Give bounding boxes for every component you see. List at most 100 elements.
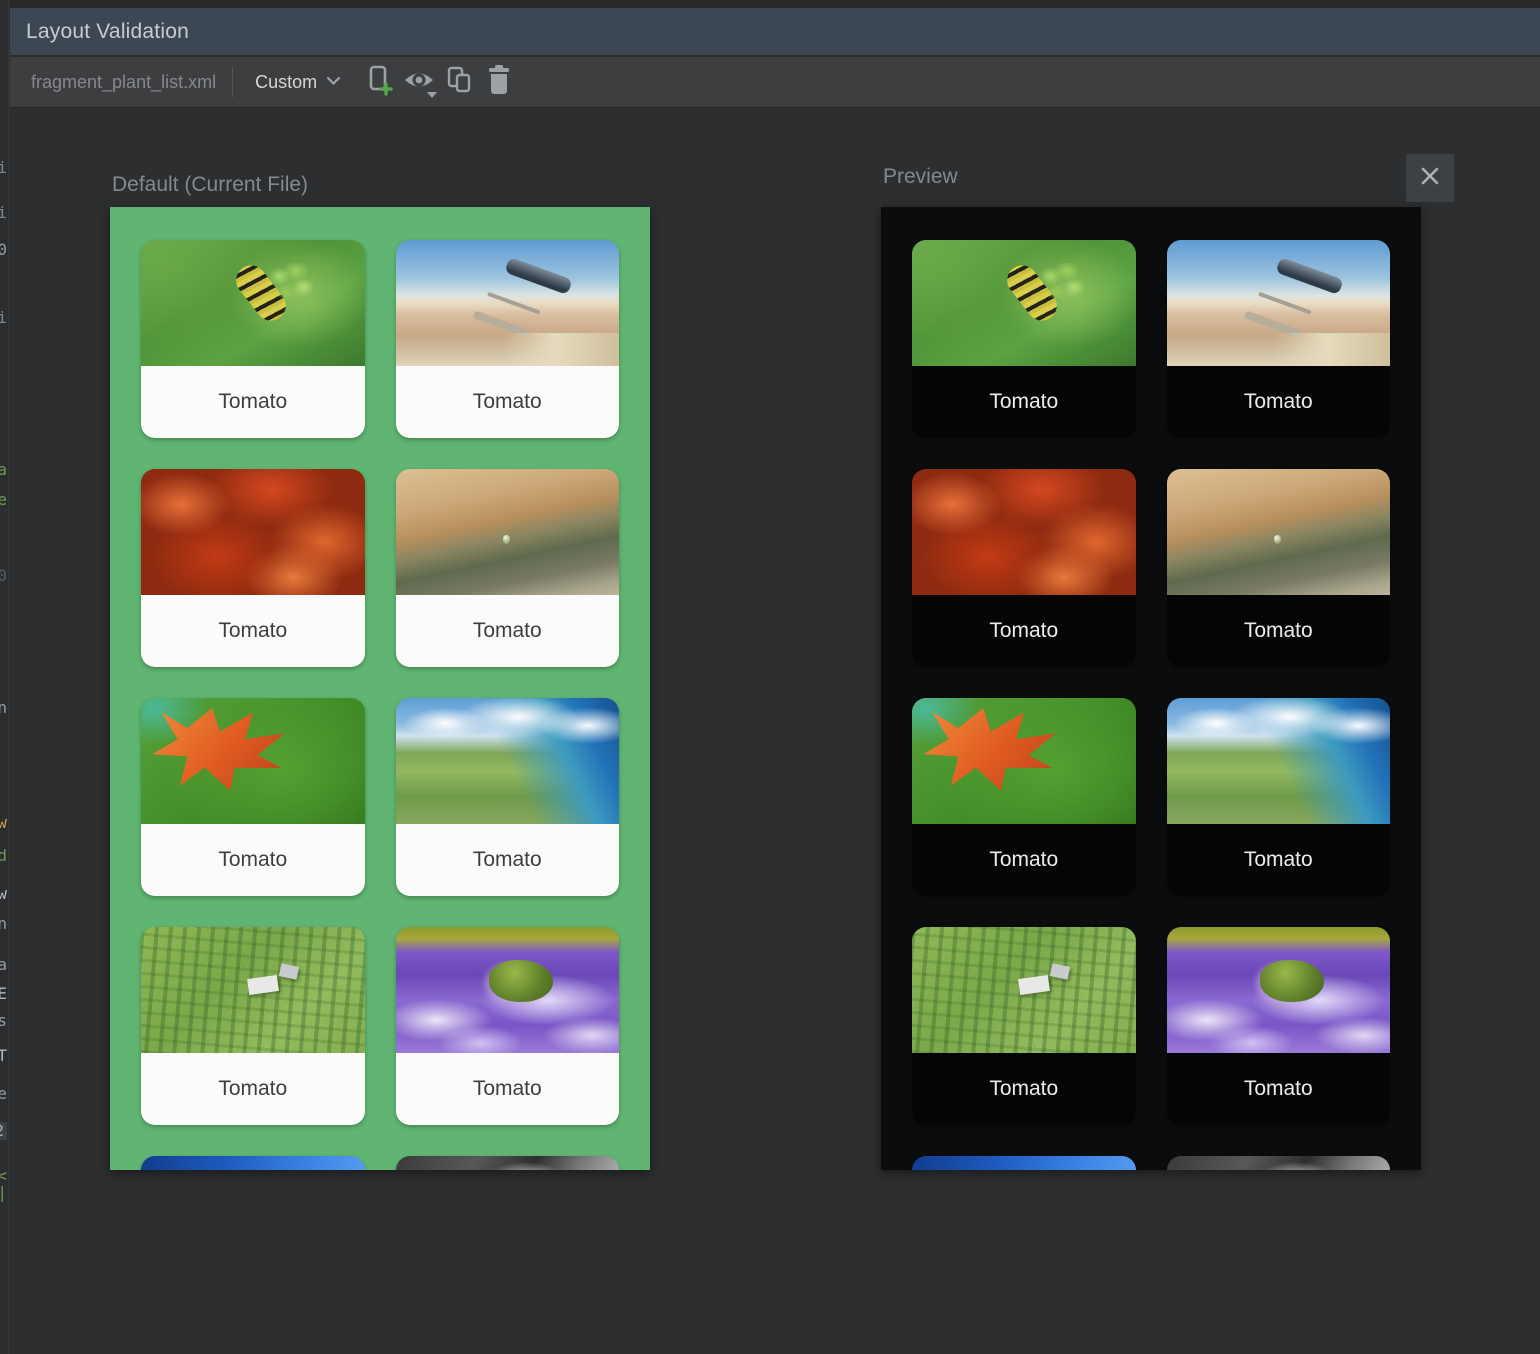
clipped-code-fragment: E: [0, 986, 7, 1002]
close-icon: [1418, 164, 1442, 193]
plant-card: Tomato: [1167, 240, 1391, 438]
blue-sky-image: [141, 1156, 365, 1170]
caterpillar-image: [141, 240, 365, 366]
wet-plank-image: [396, 469, 620, 595]
add-device-icon: [363, 63, 395, 102]
dropdown-arrow-icon: [427, 92, 437, 98]
copy-configuration-button[interactable]: [439, 64, 479, 100]
preview-panel-title: Preview: [883, 165, 958, 189]
plant-card: Tomato: [912, 469, 1136, 667]
chevron-down-icon: [326, 73, 341, 91]
clipped-code-fragment: w: [0, 886, 7, 902]
plant-name-label: Tomato: [141, 366, 365, 438]
plant-card: Tomato: [141, 927, 365, 1125]
plant-card: Tomato: [141, 240, 365, 438]
clipped-code-fragment: |: [0, 1185, 7, 1201]
plant-card: Tomato: [1167, 698, 1391, 896]
plant-name-label: Tomato: [912, 1053, 1136, 1125]
clipped-code-fragment: 0: [0, 568, 7, 584]
clipped-code-fragment: a: [0, 957, 7, 973]
tool-window-title: Layout Validation: [26, 20, 189, 44]
plant-name-label: Tomato: [912, 824, 1136, 896]
plant-name-label: Tomato: [396, 366, 620, 438]
clipped-code-fragment: i: [0, 205, 7, 221]
plant-card: Tomato: [396, 1156, 620, 1170]
plant-name-label: Tomato: [912, 595, 1136, 667]
purple-river-image: [396, 927, 620, 1053]
layout-validation-tool-window: ii0iae0nwdwnaEsTe2<| Layout Validation f…: [0, 0, 1540, 1354]
preview-panel[interactable]: Tomato Tomato Tomato Tomato Tomato Tomato Toma…: [881, 207, 1421, 1170]
clipped-code-fragment: <: [0, 1168, 7, 1184]
plant-name-label: Tomato: [1167, 595, 1391, 667]
plant-name-label: Tomato: [1167, 824, 1391, 896]
plant-card: Tomato: [141, 698, 365, 896]
gray-mountains-image: [396, 1156, 620, 1170]
clipped-code-fragment: i: [0, 160, 7, 176]
plant-card: Tomato: [912, 927, 1136, 1125]
delete-configuration-button[interactable]: [479, 64, 519, 100]
plant-name-label: Tomato: [141, 824, 365, 896]
autumn-leaves-image: [141, 469, 365, 595]
plant-name-label: Tomato: [141, 1053, 365, 1125]
clipped-code-fragment: a: [0, 462, 7, 478]
farm-aerial-image: [912, 927, 1136, 1053]
clipped-code-fragment: i: [0, 310, 7, 326]
city-telescope-image: [396, 240, 620, 366]
clipped-code-fragment: n: [0, 700, 7, 716]
caterpillar-image: [912, 240, 1136, 366]
copy-icon: [444, 65, 474, 100]
coastline-aerial-image: [396, 698, 620, 824]
close-preview-button[interactable]: [1406, 154, 1454, 202]
clipped-code-fragment: d: [0, 848, 7, 864]
plant-card: Tomato: [1167, 927, 1391, 1125]
visibility-options-button[interactable]: [399, 64, 439, 100]
plant-name-label: Tomato: [1167, 1053, 1391, 1125]
clipped-code-fragment: n: [0, 916, 7, 932]
plant-card: Tomato: [141, 1156, 365, 1170]
plant-card: Tomato: [912, 240, 1136, 438]
blue-sky-image: [912, 1156, 1136, 1170]
plant-card: Tomato: [141, 469, 365, 667]
trash-icon: [486, 65, 512, 100]
current-file-label: fragment_plant_list.xml: [31, 72, 216, 93]
plant-card: Tomato: [396, 698, 620, 896]
plant-card: Tomato: [1167, 469, 1391, 667]
clipped-code-fragment: 2: [0, 1122, 7, 1140]
default-panel-title: Default (Current File): [112, 173, 308, 197]
editor-edge-strip: ii0iae0nwdwnaEsTe2<|: [0, 0, 9, 1354]
plant-name-label: Tomato: [396, 595, 620, 667]
plant-name-label: Tomato: [396, 824, 620, 896]
toolbar-separator: [232, 67, 233, 97]
default-preview-panel[interactable]: Tomato Tomato Tomato Tomato Tomato Tomato Toma…: [110, 207, 650, 1170]
maple-leaf-image: [912, 698, 1136, 824]
window-top-gap: [10, 0, 1540, 8]
plant-name-label: Tomato: [141, 595, 365, 667]
gray-mountains-image: [1167, 1156, 1391, 1170]
clipped-code-fragment: s: [0, 1013, 7, 1029]
configuration-dropdown[interactable]: Custom: [251, 64, 345, 100]
maple-leaf-image: [141, 698, 365, 824]
autumn-leaves-image: [912, 469, 1136, 595]
add-device-button[interactable]: [359, 64, 399, 100]
plant-name-label: Tomato: [396, 1053, 620, 1125]
farm-aerial-image: [141, 927, 365, 1053]
plant-name-label: Tomato: [1167, 366, 1391, 438]
coastline-aerial-image: [1167, 698, 1391, 824]
toolbar: fragment_plant_list.xml Custom: [10, 55, 1540, 108]
clipped-code-fragment: T: [0, 1048, 7, 1064]
wet-plank-image: [1167, 469, 1391, 595]
plant-card: Tomato: [396, 927, 620, 1125]
purple-river-image: [1167, 927, 1391, 1053]
plant-card: Tomato: [912, 698, 1136, 896]
clipped-code-fragment: 0: [0, 242, 7, 258]
plant-card: Tomato: [396, 469, 620, 667]
plant-card: Tomato: [912, 1156, 1136, 1170]
city-telescope-image: [1167, 240, 1391, 366]
plant-name-label: Tomato: [912, 366, 1136, 438]
plant-card: Tomato: [396, 240, 620, 438]
clipped-code-fragment: e: [0, 492, 7, 508]
clipped-code-fragment: w: [0, 815, 7, 831]
tool-window-titlebar: Layout Validation: [10, 8, 1540, 55]
configuration-dropdown-label: Custom: [255, 72, 317, 93]
clipped-code-fragment: e: [0, 1086, 7, 1102]
